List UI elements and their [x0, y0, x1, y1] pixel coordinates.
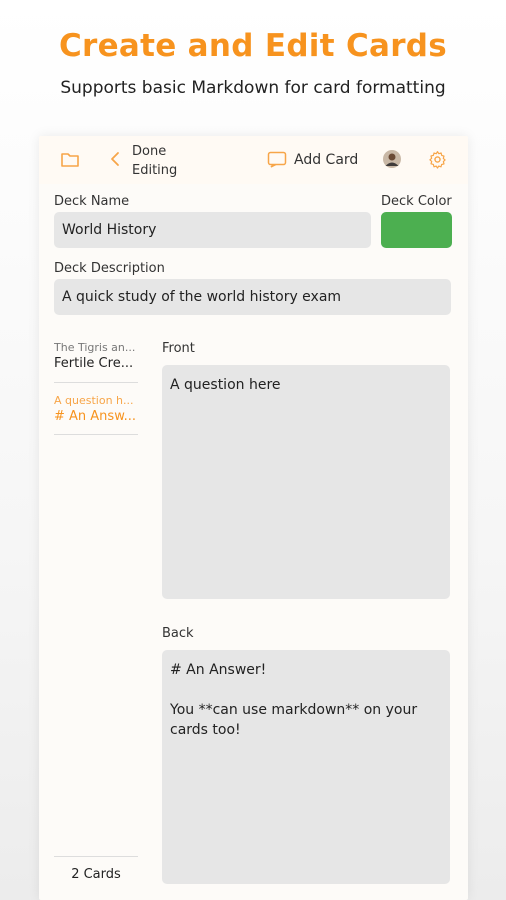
- back-label: Back: [162, 626, 194, 641]
- deck-name-input[interactable]: World History: [54, 212, 371, 248]
- card-question-preview: A question h...: [54, 394, 134, 407]
- add-card-icon: [267, 151, 287, 172]
- folder-icon[interactable]: [60, 150, 80, 172]
- card-question-preview: The Tigris an...: [54, 341, 136, 354]
- app-window: Done Editing Add Card Deck Name World Hi…: [39, 136, 468, 900]
- avatar[interactable]: [383, 150, 401, 172]
- hero-subtitle: Supports basic Markdown for card formatt…: [60, 78, 446, 98]
- card-list-item-1[interactable]: The Tigris an... Fertile Cre...: [54, 341, 138, 371]
- front-label: Front: [162, 341, 195, 356]
- deck-color-swatch[interactable]: [381, 212, 452, 248]
- front-textarea[interactable]: A question here: [162, 365, 450, 599]
- card-count: 2 Cards: [71, 867, 121, 882]
- back-textarea[interactable]: # An Answer! You **can use markdown** on…: [162, 650, 450, 884]
- card-answer-preview: Fertile Cre...: [54, 356, 134, 371]
- deck-name-label: Deck Name: [54, 194, 130, 209]
- add-card-button[interactable]: Add Card: [267, 150, 367, 172]
- deck-description-input[interactable]: A quick study of the world history exam: [54, 279, 451, 315]
- hero-title: Create and Edit Cards: [58, 28, 448, 64]
- toolbar: Done Editing Add Card: [39, 136, 468, 184]
- chevron-left-icon[interactable]: [109, 151, 121, 171]
- list-divider: [54, 434, 138, 435]
- done-label: Done: [132, 144, 167, 159]
- card-list-item-2[interactable]: A question h... # An Answ...: [54, 394, 138, 424]
- list-divider: [54, 856, 138, 857]
- deck-color-label: Deck Color: [381, 194, 452, 209]
- card-answer-preview: # An Answ...: [54, 409, 137, 424]
- editing-label: Editing: [132, 163, 178, 178]
- done-editing-button[interactable]: Done Editing: [132, 142, 177, 180]
- list-divider: [54, 382, 138, 383]
- add-card-label: Add Card: [294, 152, 359, 168]
- deck-description-label: Deck Description: [54, 261, 165, 276]
- gear-icon[interactable]: [428, 150, 447, 173]
